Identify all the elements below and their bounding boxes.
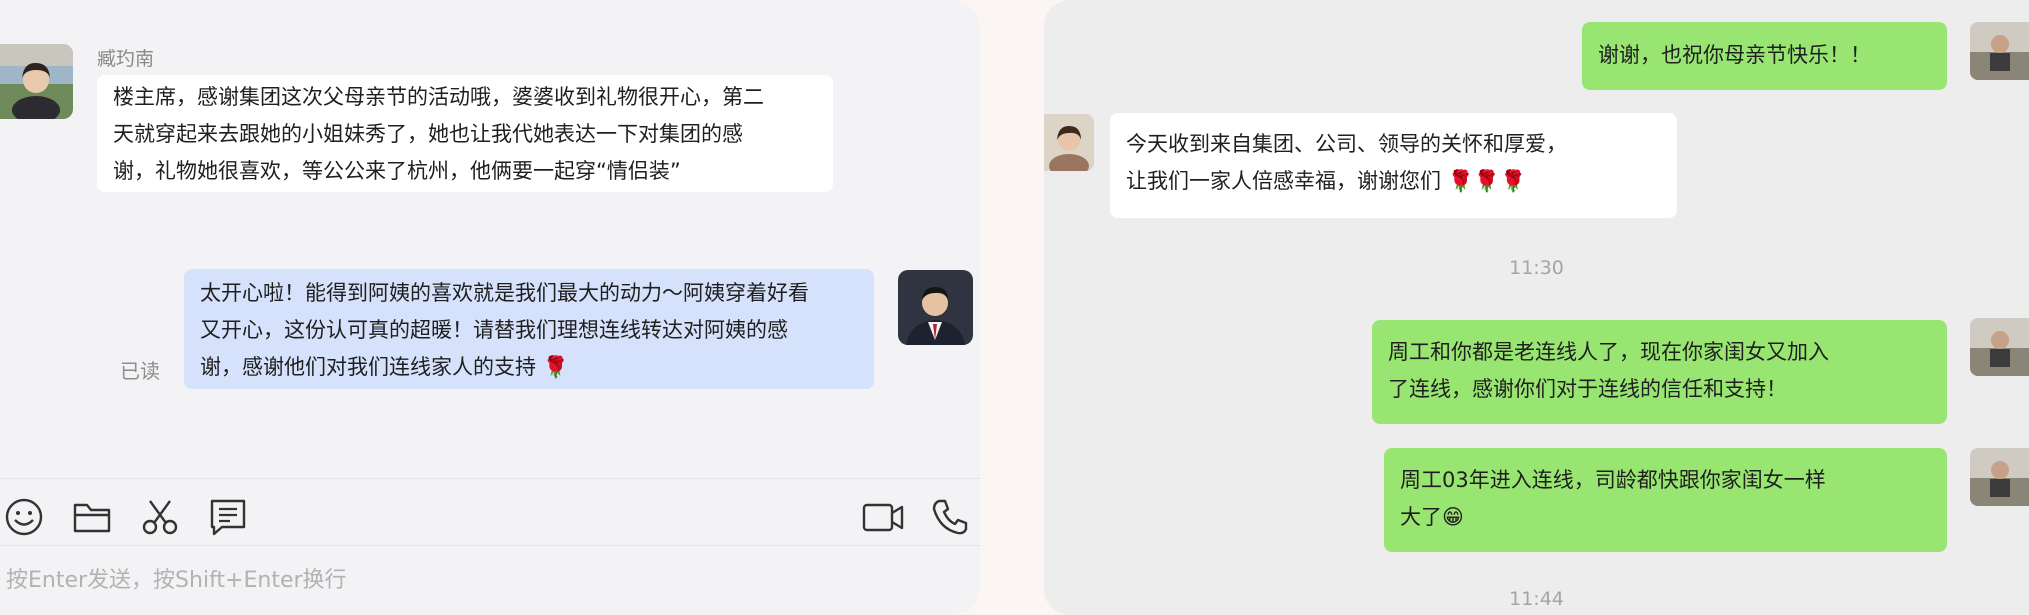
input-placeholder: 按Enter发送，按Shift+Enter换行 [6, 568, 347, 593]
sender-name: 臧玓南 [97, 48, 155, 70]
message-line: 太开心啦！能得到阿姨的喜欢就是我们最大的动力～阿姨穿着好看 [200, 281, 809, 305]
man-avatar-icon [898, 270, 973, 345]
folder-icon[interactable] [72, 497, 112, 537]
message-bubble[interactable]: 谢谢，也祝你母亲节快乐！！ [1582, 22, 1947, 90]
person-avatar-icon [1970, 318, 2029, 376]
timestamp: 11:44 [1509, 588, 1564, 610]
message-bubble[interactable]: 太开心啦！能得到阿姨的喜欢就是我们最大的动力～阿姨穿着好看 又开心，这份认可真的… [184, 269, 874, 389]
scissors-icon[interactable] [140, 497, 180, 537]
my-avatar[interactable] [1970, 22, 2029, 80]
sender-avatar[interactable] [0, 44, 73, 119]
rose-emoji: 🌹 [542, 355, 569, 379]
chat-history-icon[interactable] [208, 497, 248, 537]
read-status: 已读 [120, 359, 160, 383]
message-line: 大了😁 [1400, 499, 1931, 536]
grin-emoji: 😁 [1442, 505, 1464, 529]
message-line: 谢，礼物她很喜欢，等公公来了杭州，他俩要一起穿“情侣装” [113, 159, 681, 183]
woman-avatar-icon [1044, 114, 1094, 171]
video-call-icon[interactable] [861, 497, 905, 537]
my-avatar[interactable] [898, 270, 973, 345]
person-avatar-icon [1970, 22, 2029, 80]
message-line: 谢，感谢他们对我们连线家人的支持 🌹 [200, 349, 858, 386]
my-avatar[interactable] [1970, 448, 2029, 506]
timestamp: 11:30 [1509, 257, 1564, 279]
message-bubble[interactable]: 周工和你都是老连线人了，现在你家闺女又加入 了连线，感谢你们对于连线的信任和支持… [1372, 320, 1947, 424]
message-line: 周工03年进入连线，司龄都快跟你家闺女一样 [1400, 468, 1826, 492]
message-bubble[interactable]: 楼主席，感谢集团这次父母亲节的活动哦，婆婆收到礼物很开心，第二 天就穿起来去跟她… [97, 75, 833, 192]
message-line-text: 大了 [1400, 505, 1442, 529]
message-line: 又开心，这份认可真的超暖！请替我们理想连线转达对阿姨的感 [200, 318, 788, 342]
message-line-text: 让我们一家人倍感幸福，谢谢您们 [1126, 169, 1441, 193]
my-avatar[interactable] [1970, 318, 2029, 376]
woman-avatar-icon [0, 44, 73, 119]
sender-avatar[interactable] [1044, 114, 1094, 171]
message-line: 天就穿起来去跟她的小姐妹秀了，她也让我代她表达一下对集团的感 [113, 122, 743, 146]
message-line-text: 谢，感谢他们对我们连线家人的支持 [200, 355, 536, 379]
message-line: 今天收到来自集团、公司、领导的关怀和厚爱， [1126, 132, 1567, 156]
emoji-icon[interactable] [4, 497, 44, 537]
person-avatar-icon [1970, 448, 2029, 506]
phone-icon[interactable] [930, 497, 970, 537]
message-bubble[interactable]: 周工03年进入连线，司龄都快跟你家闺女一样 大了😁 [1384, 448, 1947, 552]
message-line: 谢谢，也祝你母亲节快乐！！ [1598, 43, 1871, 67]
message-bubble[interactable]: 今天收到来自集团、公司、领导的关怀和厚爱， 让我们一家人倍感幸福，谢谢您们 🌹🌹… [1110, 113, 1677, 218]
message-line: 周工和你都是老连线人了，现在你家闺女又加入 [1388, 340, 1829, 364]
tulip-emoji: 🌹🌹🌹 [1447, 169, 1527, 193]
message-line: 楼主席，感谢集团这次父母亲节的活动哦，婆婆收到礼物很开心，第二 [113, 85, 764, 109]
left-chat-window: 臧玓南 楼主席，感谢集团这次父母亲节的活动哦，婆婆收到礼物很开心，第二 天就穿起… [0, 0, 980, 615]
message-line: 让我们一家人倍感幸福，谢谢您们 🌹🌹🌹 [1126, 163, 1661, 200]
message-line: 了连线，感谢你们对于连线的信任和支持！ [1388, 377, 1787, 401]
right-chat-window: 谢谢，也祝你母亲节快乐！！ 今天收到来自集团、公司、领导的关怀和厚爱， 让我们一… [1044, 0, 2029, 615]
chat-toolbar [0, 478, 980, 539]
message-input-area[interactable]: 按Enter发送，按Shift+Enter换行 [0, 545, 980, 615]
